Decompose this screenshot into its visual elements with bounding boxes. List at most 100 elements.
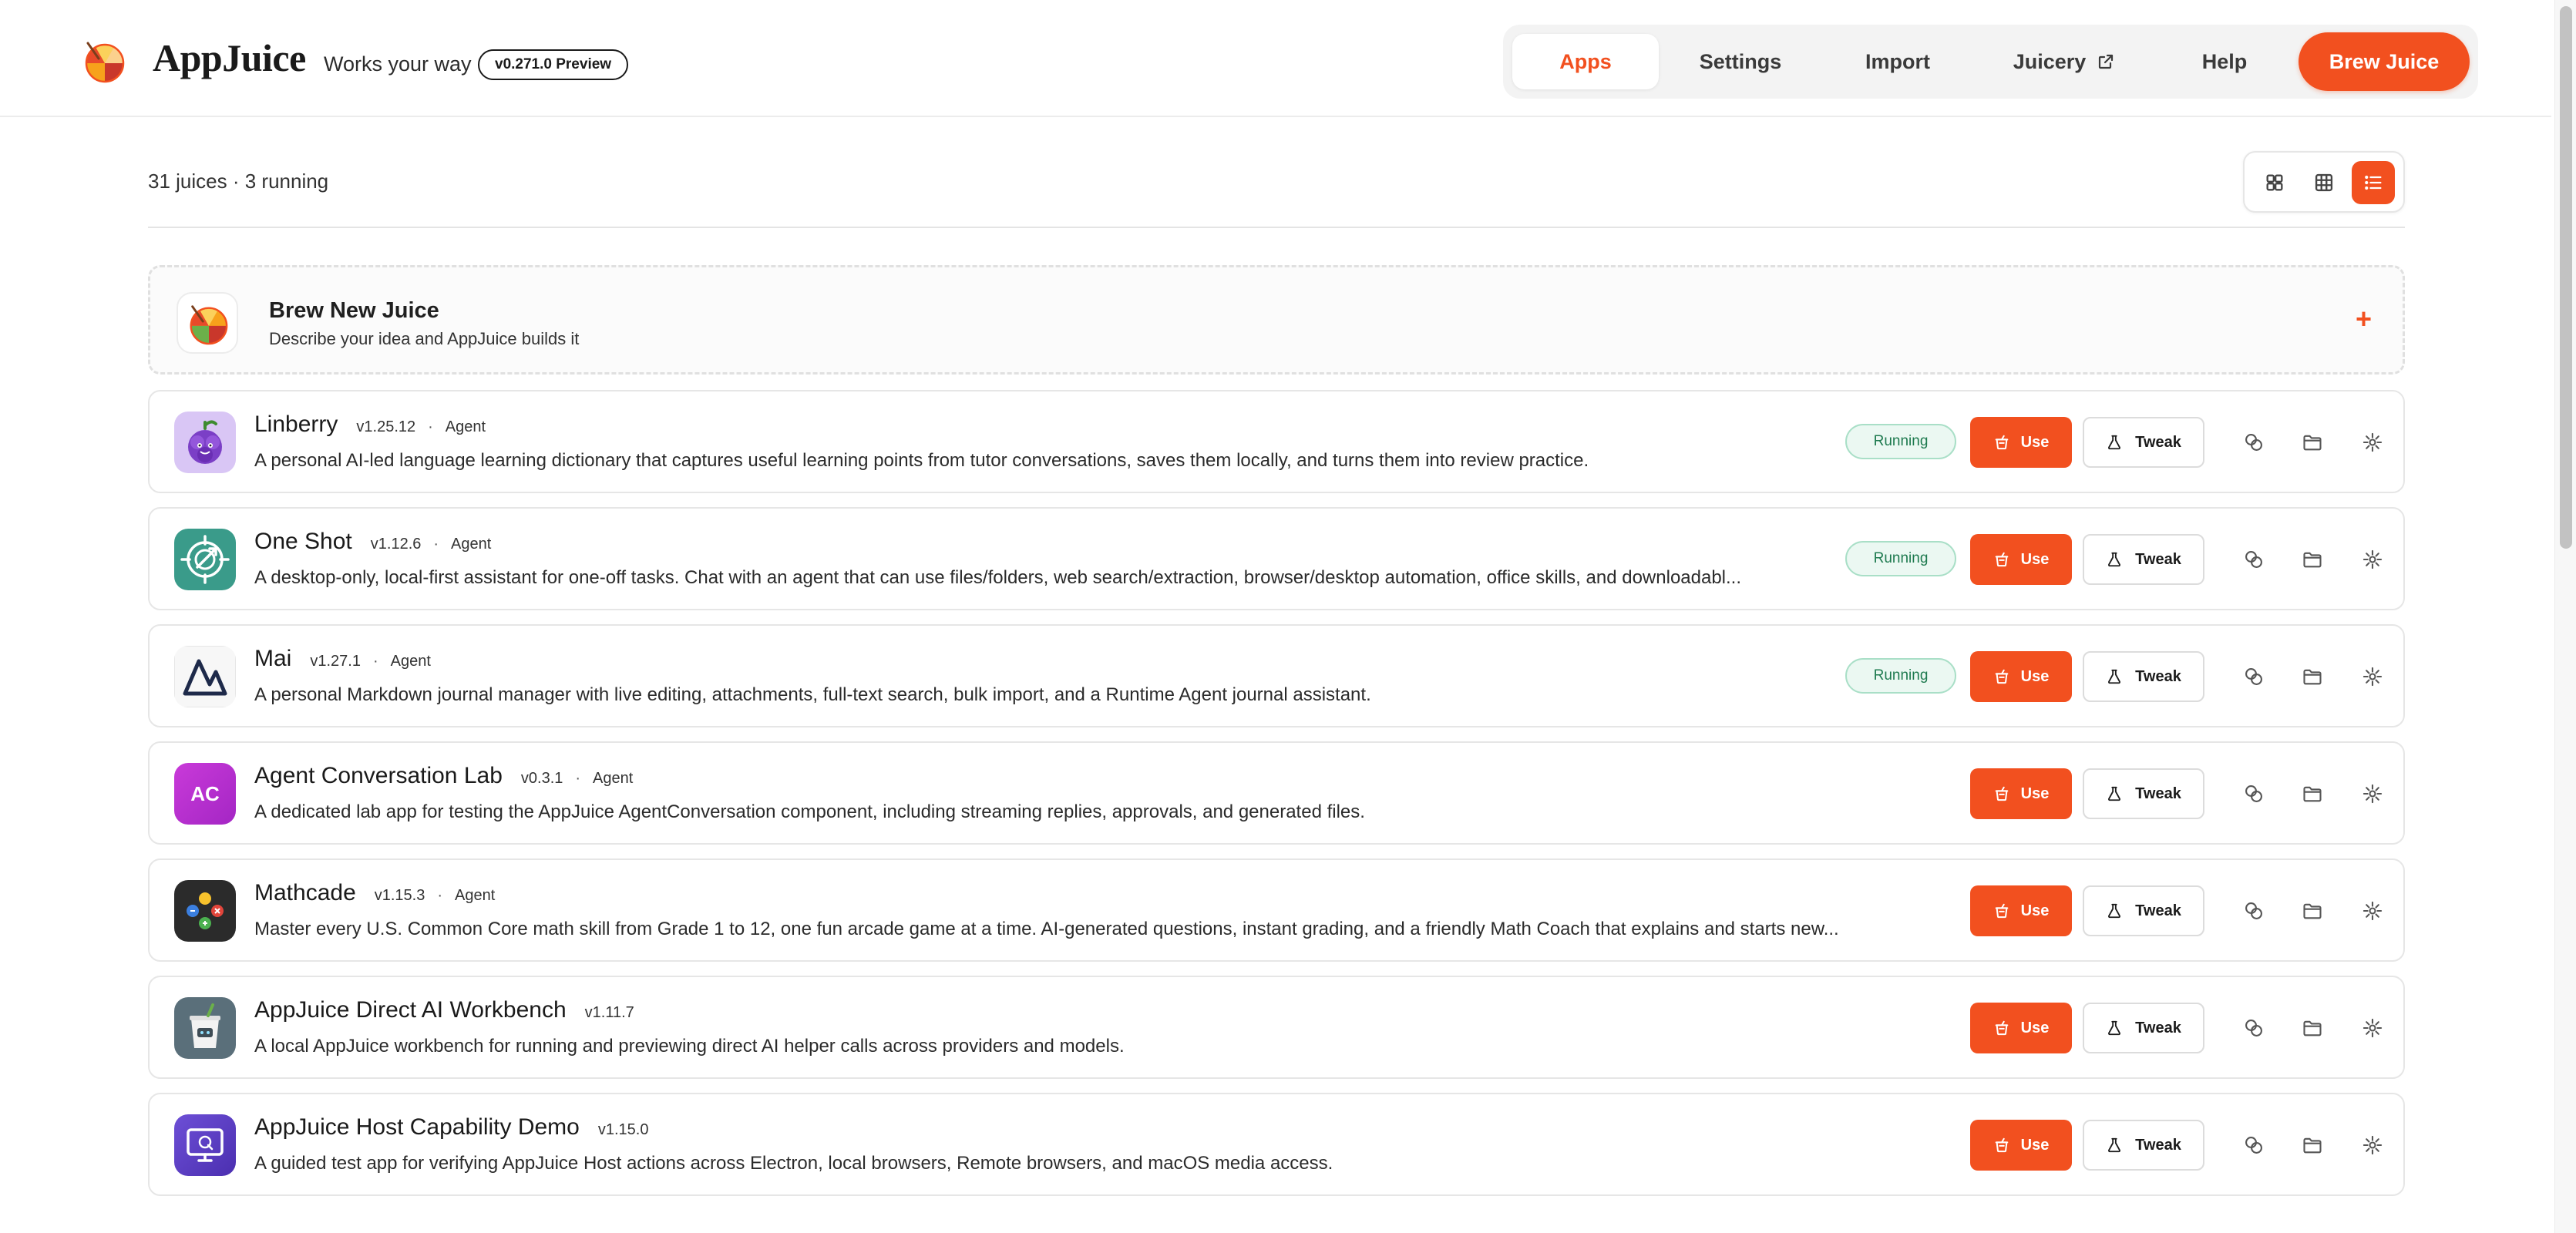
app-name[interactable]: AppJuice Direct AI Workbench <box>254 997 567 1023</box>
tweak-button[interactable]: Tweak <box>2083 768 2204 819</box>
gear-icon[interactable] <box>2359 1014 2386 1042</box>
cup-icon <box>1995 903 2008 919</box>
folder-icon[interactable] <box>2299 428 2326 456</box>
tweak-button-label: Tweak <box>2135 550 2181 568</box>
use-button-label: Use <box>2020 1019 2050 1036</box>
app-row-mathcade[interactable]: Mathcade v1.15.3 · Agent Master every U.… <box>148 858 2405 962</box>
use-button[interactable]: Use <box>1970 768 2072 819</box>
link-icon[interactable] <box>2240 546 2268 573</box>
app-title-line: Agent Conversation Lab v0.3.1 · Agent <box>254 763 633 789</box>
gear-icon[interactable] <box>2359 428 2386 456</box>
app-version: v1.12.6 <box>370 536 422 553</box>
view-list-button[interactable] <box>2352 161 2395 204</box>
grid-large-icon <box>2266 174 2283 191</box>
brew-juice-button[interactable]: Brew Juice <box>2299 32 2470 91</box>
tweak-button[interactable]: Tweak <box>2083 885 2204 936</box>
tweak-button-label: Tweak <box>2135 433 2181 451</box>
appjuice-logo-icon[interactable] <box>80 37 126 83</box>
folder-icon[interactable] <box>2299 1131 2326 1159</box>
meta-separator: · <box>575 770 581 787</box>
tweak-button[interactable]: Tweak <box>2083 417 2204 468</box>
use-button[interactable]: Use <box>1970 1120 2072 1171</box>
meta-separator: · <box>372 653 378 670</box>
use-button[interactable]: Use <box>1970 651 2072 702</box>
brew-new-juice-card[interactable]: Brew New Juice Describe your idea and Ap… <box>148 265 2405 375</box>
link-icon[interactable] <box>2240 428 2268 456</box>
new-juice-title: Brew New Juice <box>269 298 439 323</box>
scrollbar-thumb[interactable] <box>2560 6 2572 549</box>
use-button-label: Use <box>2020 667 2050 685</box>
use-button-label: Use <box>2020 433 2050 451</box>
toolbar-divider <box>148 227 2405 228</box>
grape-mascot-icon <box>174 412 236 473</box>
app-row-linberry[interactable]: Linberry v1.25.12 · Agent A personal AI-… <box>148 390 2405 493</box>
app-row-one-shot[interactable]: One Shot v1.12.6 · Agent A desktop-only,… <box>148 507 2405 610</box>
plus-icon[interactable]: + <box>2356 303 2372 335</box>
gear-icon[interactable] <box>2359 897 2386 925</box>
nav-apps[interactable]: Apps <box>1512 34 1659 89</box>
tweak-button-label: Tweak <box>2135 667 2181 685</box>
app-title-line: Linberry v1.25.12 · Agent <box>254 412 486 438</box>
gamepad-icon <box>174 880 236 942</box>
flask-icon <box>2108 786 2121 801</box>
juice-count: 31 juices · 3 running <box>148 170 329 193</box>
app-title-line: AppJuice Host Capability Demo v1.15.0 <box>254 1114 648 1141</box>
folder-icon[interactable] <box>2299 780 2326 808</box>
nav-juicery[interactable]: Juicery <box>1979 34 2149 89</box>
use-button[interactable]: Use <box>1970 885 2072 936</box>
app-title-line: AppJuice Direct AI Workbench v1.11.7 <box>254 997 634 1023</box>
folder-icon[interactable] <box>2299 663 2326 690</box>
link-icon[interactable] <box>2240 780 2268 808</box>
folder-icon[interactable] <box>2299 897 2326 925</box>
nav-import[interactable]: Import <box>1822 34 1973 89</box>
app-name[interactable]: Linberry <box>254 412 338 438</box>
gear-icon[interactable] <box>2359 546 2386 573</box>
gear-icon[interactable] <box>2359 663 2386 690</box>
app-row-mai[interactable]: Mai v1.27.1 · Agent A personal Markdown … <box>148 624 2405 727</box>
gear-icon[interactable] <box>2359 1131 2386 1159</box>
link-icon[interactable] <box>2240 897 2268 925</box>
gear-icon[interactable] <box>2359 780 2386 808</box>
app-version: v1.27.1 <box>310 653 361 670</box>
use-button-label: Use <box>2020 784 2050 802</box>
link-icon[interactable] <box>2240 1014 2268 1042</box>
link-icon[interactable] <box>2240 1131 2268 1159</box>
app-name[interactable]: One Shot <box>254 529 352 555</box>
tweak-button[interactable]: Tweak <box>2083 534 2204 585</box>
use-button[interactable]: Use <box>1970 417 2072 468</box>
folder-icon[interactable] <box>2299 1014 2326 1042</box>
use-button[interactable]: Use <box>1970 534 2072 585</box>
app-row-appjuice-host-capability-demo[interactable]: AppJuice Host Capability Demo v1.15.0 A … <box>148 1093 2405 1196</box>
use-button[interactable]: Use <box>1970 1003 2072 1053</box>
flask-icon <box>2108 1020 2121 1036</box>
nav-settings[interactable]: Settings <box>1665 34 1816 89</box>
view-grid-small-button[interactable] <box>2302 161 2346 204</box>
link-icon[interactable] <box>2240 663 2268 690</box>
target-arrow-icon <box>174 529 236 590</box>
app-name[interactable]: Agent Conversation Lab <box>254 763 503 789</box>
tagline: Works your way <box>324 52 472 76</box>
nav-help[interactable]: Help <box>2155 34 2294 89</box>
flask-icon <box>2108 1137 2121 1153</box>
external-link-icon <box>2099 54 2114 69</box>
tweak-button-label: Tweak <box>2135 1136 2181 1154</box>
tweak-button[interactable]: Tweak <box>2083 1003 2204 1053</box>
tweak-button[interactable]: Tweak <box>2083 651 2204 702</box>
nav-apps-label: Apps <box>1559 49 1612 73</box>
app-name[interactable]: Mathcade <box>254 880 356 906</box>
page-scrollbar[interactable] <box>2554 0 2576 1233</box>
tweak-button[interactable]: Tweak <box>2083 1120 2204 1171</box>
app-name[interactable]: AppJuice Host Capability Demo <box>254 1114 580 1141</box>
nav-help-label: Help <box>2201 49 2248 73</box>
app-name[interactable]: Mai <box>254 646 291 672</box>
flask-icon <box>2108 435 2121 450</box>
app-row-agent-conversation-lab[interactable]: AC Agent Conversation Lab v0.3.1 · Agent… <box>148 741 2405 845</box>
monitor-icon <box>174 1114 236 1176</box>
app-type: Agent <box>451 536 492 553</box>
version-badge: v0.271.0 Preview <box>478 49 629 80</box>
top-header: AppJuice Works your way v0.271.0 Preview… <box>0 0 2551 117</box>
folder-icon[interactable] <box>2299 546 2326 573</box>
app-description: A personal AI-led language learning dict… <box>254 450 1589 471</box>
view-grid-large-button[interactable] <box>2253 161 2296 204</box>
app-row-appjuice-direct-ai-workbench[interactable]: AppJuice Direct AI Workbench v1.11.7 A l… <box>148 976 2405 1079</box>
